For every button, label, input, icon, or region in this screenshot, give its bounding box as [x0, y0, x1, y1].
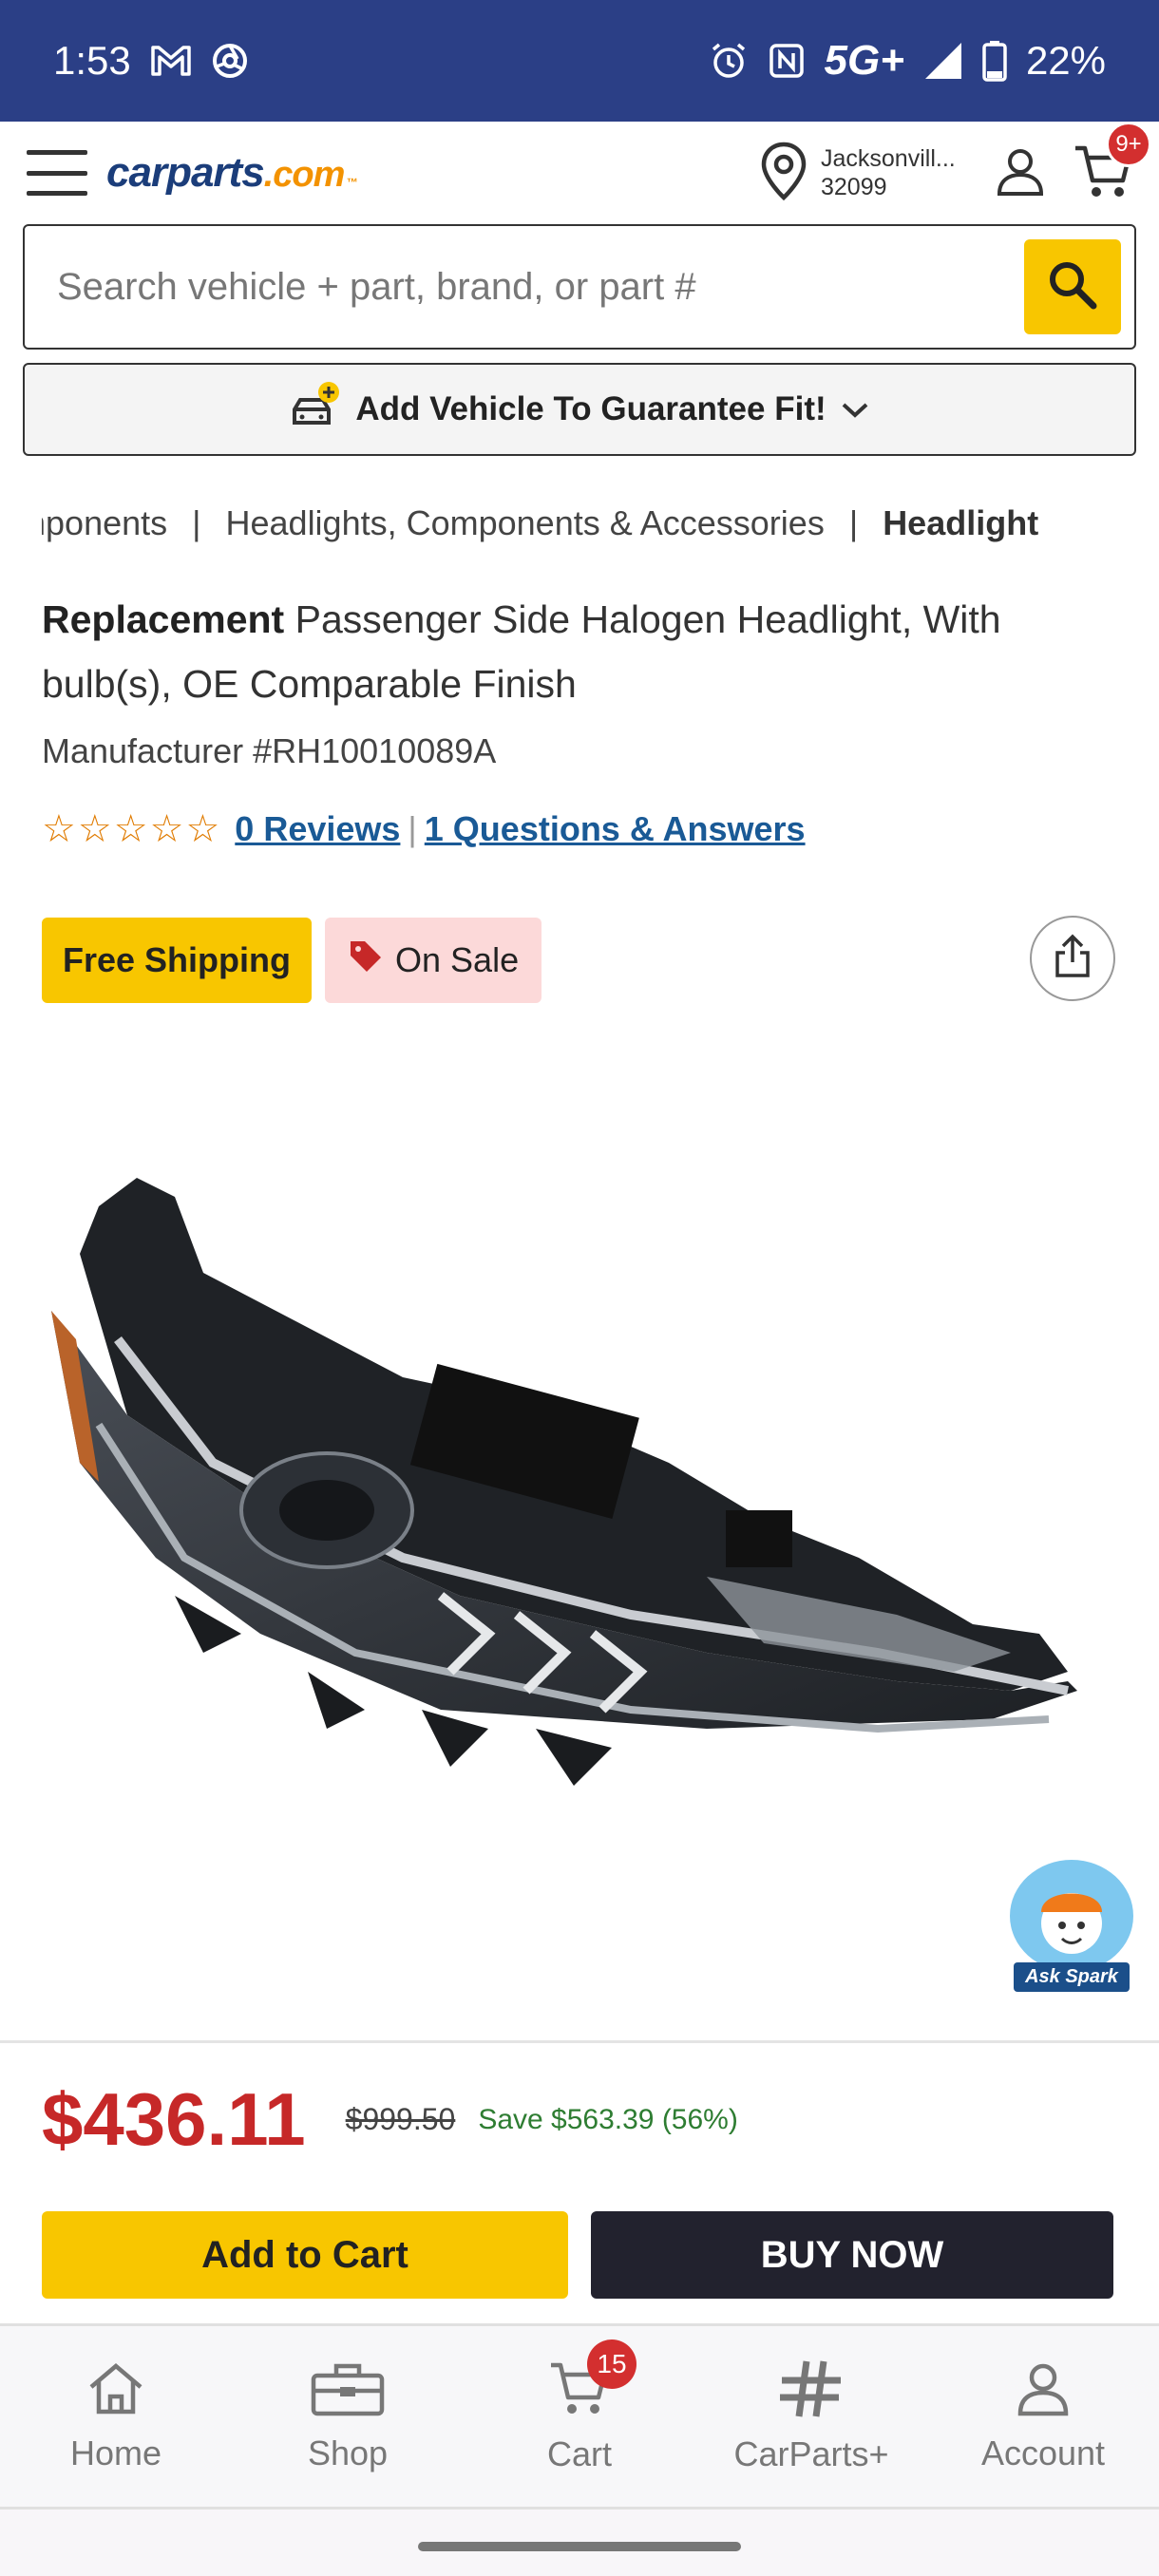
ask-spark-label: Ask Spark	[1014, 1962, 1130, 1992]
battery-icon	[982, 40, 1007, 82]
spark-mascot-icon	[1010, 1860, 1133, 1972]
share-button[interactable]	[1030, 916, 1115, 1001]
search-input[interactable]	[57, 265, 1024, 309]
original-price: $999.50	[345, 2102, 456, 2136]
on-sale-badge: On Sale	[325, 918, 542, 1003]
product-badges: Free Shipping On Sale	[42, 918, 542, 1003]
breadcrumb-separator: |	[192, 503, 201, 542]
breadcrumb-item[interactable]: Headlights, Components & Accessories	[226, 503, 825, 543]
nav-account[interactable]: Account	[927, 2326, 1159, 2507]
home-gesture-bar[interactable]	[418, 2542, 741, 2551]
nav-home[interactable]: Home	[0, 2326, 232, 2507]
savings-text: Save $563.39 (56%)	[478, 2103, 738, 2135]
signal-icon	[923, 41, 963, 81]
chevron-down-icon	[840, 390, 870, 428]
header-cart-button[interactable]: 9+	[1074, 121, 1151, 204]
car-plus-icon	[289, 379, 342, 441]
status-time: 1:53	[53, 38, 131, 83]
add-vehicle-label: Add Vehicle To Guarantee Fit!	[355, 390, 826, 427]
star-rating: ☆☆☆☆☆	[42, 808, 222, 850]
location-zip: 32099	[821, 174, 887, 200]
ratings-separator: |	[408, 809, 417, 848]
reviews-link[interactable]: 0 Reviews	[235, 809, 400, 849]
price-row: $436.11 $999.50 Save $563.39 (56%)	[42, 2076, 738, 2163]
on-sale-label: On Sale	[395, 940, 520, 979]
nav-shop[interactable]: Shop	[232, 2326, 464, 2507]
bottom-navigation: Home Shop 15 Cart CarParts+ Account	[0, 2323, 1159, 2510]
nav-carparts-plus-label: CarParts+	[733, 2434, 889, 2473]
cart-icon	[1074, 145, 1132, 203]
cart-count-badge: 15	[587, 2339, 636, 2389]
carparts-logo[interactable]: carparts .com ™	[106, 149, 357, 197]
buy-now-button[interactable]: BUY NOW	[591, 2211, 1113, 2299]
breadcrumb-current: Headlight	[883, 503, 1039, 542]
nav-shop-label: Shop	[307, 2433, 389, 2472]
gmail-icon	[150, 44, 192, 78]
free-shipping-badge: Free Shipping	[42, 918, 313, 1003]
nav-carparts-plus[interactable]: CarParts+	[695, 2326, 927, 2507]
menu-icon[interactable]	[27, 150, 87, 196]
product-image[interactable]	[42, 1064, 1125, 1919]
nav-cart[interactable]: 15 Cart	[464, 2326, 695, 2507]
add-to-cart-button[interactable]: Add to Cart	[42, 2211, 568, 2299]
share-icon	[1052, 934, 1093, 984]
chrome-icon	[211, 42, 249, 80]
tag-icon	[348, 938, 384, 983]
site-header: carparts .com ™ Jacksonvill... 32099 9+	[0, 121, 1159, 224]
sale-price: $436.11	[42, 2077, 306, 2161]
network-type: 5G+	[824, 37, 904, 84]
toolbox-icon	[310, 2360, 386, 2426]
breadcrumb: nponents | Headlights, Components & Acce…	[42, 503, 1121, 543]
home-icon	[86, 2360, 146, 2426]
nav-account-label: Account	[980, 2433, 1106, 2472]
product-title: Replacement Passenger Side Halogen Headl…	[42, 587, 1125, 716]
carparts-plus-icon	[778, 2359, 845, 2427]
add-vehicle-button[interactable]: Add Vehicle To Guarantee Fit!	[23, 363, 1136, 456]
location-pin-icon	[758, 141, 809, 206]
price-divider	[0, 2040, 1159, 2043]
breadcrumb-item[interactable]: nponents	[42, 503, 167, 543]
search-icon	[1046, 258, 1099, 316]
account-icon	[1015, 2360, 1072, 2426]
status-bar: 1:53 5G+ 22%	[0, 0, 1159, 122]
location-selector[interactable]: Jacksonvill... 32099	[758, 141, 973, 206]
battery-level: 22%	[1025, 38, 1106, 83]
qa-link[interactable]: 1 Questions & Answers	[425, 809, 806, 849]
nav-home-label: Home	[69, 2433, 162, 2472]
breadcrumb-separator: |	[848, 503, 859, 542]
nav-cart-label: Cart	[546, 2434, 612, 2473]
ask-spark-button[interactable]: Ask Spark	[1007, 1860, 1136, 1992]
alarm-icon	[709, 41, 749, 81]
manufacturer-number: Manufacturer #RH10010089A	[42, 731, 497, 770]
ratings-row: ☆☆☆☆☆ 0 Reviews | 1 Questions & Answers	[42, 807, 806, 851]
cart-count-badge: 9+	[1106, 121, 1151, 167]
product-brand: Replacement	[42, 597, 285, 641]
account-icon[interactable]	[996, 146, 1045, 200]
nfc-icon	[768, 42, 806, 80]
gesture-area	[0, 2510, 1159, 2576]
search-button[interactable]	[1024, 239, 1121, 334]
search-bar	[23, 224, 1136, 350]
location-city: Jacksonvill...	[821, 145, 956, 172]
